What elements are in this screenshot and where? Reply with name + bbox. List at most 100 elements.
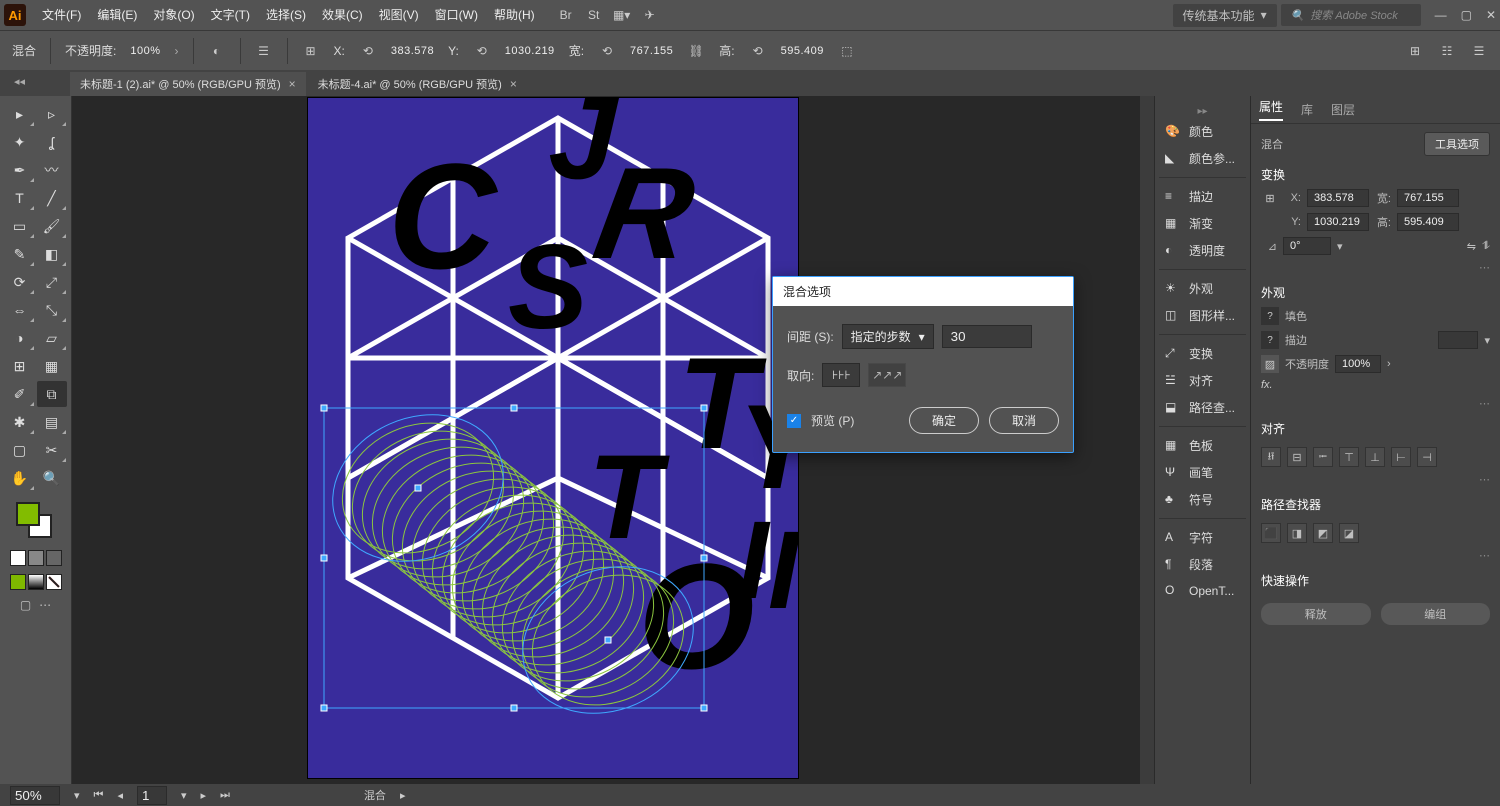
gpu-icon[interactable]: ✈ xyxy=(641,6,659,24)
menu-type[interactable]: 文字(T) xyxy=(203,0,258,30)
page-input[interactable] xyxy=(137,786,167,805)
close-icon[interactable]: × xyxy=(289,77,296,91)
dock-transform[interactable]: ⤢变换 xyxy=(1159,341,1246,366)
tab-layers[interactable]: 图层 xyxy=(1331,101,1355,118)
layout-icon[interactable]: ⊞ xyxy=(1406,42,1424,60)
eraser-tool[interactable]: ◧ xyxy=(37,241,67,267)
hand-tool[interactable]: ✋ xyxy=(5,465,35,491)
flip-v-icon[interactable]: ⥮ xyxy=(1482,240,1490,253)
dock-stroke[interactable]: ≡描边 xyxy=(1159,184,1246,209)
selection-tool[interactable]: ▸ xyxy=(5,101,35,127)
menu-help[interactable]: 帮助(H) xyxy=(486,0,543,30)
dock-symbols[interactable]: ♣符号 xyxy=(1159,487,1246,512)
close-button[interactable]: ✕ xyxy=(1486,8,1496,22)
align-buttons[interactable]: ⭿⊟⭰⊤⊥⊢⊣ xyxy=(1261,447,1490,467)
rectangle-tool[interactable]: ▭ xyxy=(5,213,35,239)
cancel-button[interactable]: 取消 xyxy=(989,407,1059,434)
arrange-icon[interactable]: ▦▾ xyxy=(613,6,631,24)
chevron-down-icon[interactable]: ▾ xyxy=(181,789,187,802)
color-mode-icons[interactable] xyxy=(10,574,62,590)
screen-mode-icon[interactable]: ▢ xyxy=(20,598,31,612)
line-tool[interactable]: ╱ xyxy=(37,185,67,211)
shape-builder-tool[interactable]: ◑ xyxy=(5,325,35,351)
fill-stroke-swatch[interactable] xyxy=(16,502,56,542)
preview-checkbox[interactable]: ✓ xyxy=(787,414,801,428)
workspace-dropdown[interactable]: 传统基本功能▾ xyxy=(1173,4,1277,27)
link-icon[interactable]: ⟲ xyxy=(598,42,616,60)
ref-point-icon[interactable]: ⊞ xyxy=(1261,189,1279,207)
graph-tool[interactable]: ▤ xyxy=(37,409,67,435)
menu-window[interactable]: 窗口(W) xyxy=(427,0,486,30)
tool-options-button[interactable]: 工具选项 xyxy=(1424,132,1490,156)
magic-wand-tool[interactable]: ✦ xyxy=(5,129,35,155)
more-icon[interactable]: ⋯ xyxy=(1261,473,1490,486)
dock-color[interactable]: 🎨颜色 xyxy=(1159,119,1246,144)
gradient-tool[interactable]: ▦ xyxy=(37,353,67,379)
bridge-icon[interactable]: Br xyxy=(557,6,575,24)
draw-mode-icons[interactable] xyxy=(10,550,62,566)
fx-icon[interactable]: fx. xyxy=(1261,379,1273,391)
shape-icon[interactable]: ⬚ xyxy=(838,42,856,60)
dock-opentype[interactable]: OOpenT... xyxy=(1159,579,1246,603)
slice-tool[interactable]: ✂ xyxy=(37,437,67,463)
y-input[interactable] xyxy=(1307,213,1369,231)
collapse-icon[interactable]: ▸▸ xyxy=(1159,106,1246,117)
curvature-tool[interactable]: 〰 xyxy=(37,157,67,183)
link-icon[interactable]: ⟲ xyxy=(473,42,491,60)
direct-selection-tool[interactable]: ▹ xyxy=(37,101,67,127)
search-stock[interactable]: 🔍搜索 Adobe Stock xyxy=(1281,4,1421,26)
menu-view[interactable]: 视图(V) xyxy=(371,0,427,30)
flip-h-icon[interactable]: ⇋ xyxy=(1467,240,1476,253)
orient-path-button[interactable]: ↗↗↗ xyxy=(868,363,906,387)
close-icon[interactable]: × xyxy=(510,77,517,91)
chevron-down-icon[interactable]: ▾ xyxy=(1337,240,1343,253)
chevron-right-icon[interactable]: › xyxy=(175,44,179,58)
dock-graphic-styles[interactable]: ◫图形样... xyxy=(1159,303,1246,328)
stroke-weight-input[interactable] xyxy=(1438,331,1478,349)
pathfinder-buttons[interactable]: ⬛◨◩◪ xyxy=(1261,523,1490,543)
scale-tool[interactable]: ⤢ xyxy=(37,269,67,295)
more-icon[interactable]: ⋯ xyxy=(1261,549,1490,562)
dock-color-guide[interactable]: ◣颜色参... xyxy=(1159,146,1246,171)
opacity-value[interactable]: 100% xyxy=(130,45,160,57)
panel-menu-icon[interactable]: ☰ xyxy=(1470,42,1488,60)
align-icon[interactable]: ☰ xyxy=(255,42,273,60)
stroke-unknown-icon[interactable]: ? xyxy=(1261,331,1279,349)
menu-object[interactable]: 对象(O) xyxy=(145,0,202,30)
opacity-input[interactable] xyxy=(1335,355,1381,373)
menu-select[interactable]: 选择(S) xyxy=(258,0,314,30)
chevron-down-icon[interactable]: ▾ xyxy=(1484,334,1490,347)
tab-properties[interactable]: 属性 xyxy=(1259,98,1283,121)
w-input[interactable] xyxy=(1397,189,1459,207)
shaper-tool[interactable]: ✎ xyxy=(5,241,35,267)
angle-input[interactable] xyxy=(1283,237,1331,255)
zoom-tool[interactable]: 🔍 xyxy=(37,465,67,491)
h-input[interactable] xyxy=(1397,213,1459,231)
eyedropper-tool[interactable]: ✐ xyxy=(5,381,35,407)
dock-appearance[interactable]: ☀外观 xyxy=(1159,276,1246,301)
orient-page-button[interactable]: ⊦⊦⊦ xyxy=(822,363,860,387)
x-input[interactable] xyxy=(1307,189,1369,207)
link-icon[interactable]: ⟲ xyxy=(359,42,377,60)
recolor-icon[interactable]: ◐ xyxy=(208,42,226,60)
dock-character[interactable]: A字符 xyxy=(1159,525,1246,550)
x-value[interactable]: 383.578 xyxy=(391,45,434,57)
dock-paragraph[interactable]: ¶段落 xyxy=(1159,552,1246,577)
w-value[interactable]: 767.155 xyxy=(630,45,673,57)
dock-pathfinder[interactable]: ⬓路径查... xyxy=(1159,395,1246,420)
paintbrush-tool[interactable]: 🖌 xyxy=(37,213,67,239)
release-button[interactable]: 释放 xyxy=(1261,603,1371,625)
chevron-down-icon[interactable]: ▾ xyxy=(74,789,80,802)
collapse-icon[interactable]: ◂◂ xyxy=(14,75,25,88)
fill-unknown-icon[interactable]: ? xyxy=(1261,307,1279,325)
link-icon[interactable]: ⟲ xyxy=(749,42,767,60)
vertical-scrollbar[interactable] xyxy=(1140,96,1154,784)
menu-file[interactable]: 文件(F) xyxy=(34,0,89,30)
lasso-tool[interactable]: ʆ xyxy=(37,129,67,155)
symbol-sprayer-tool[interactable]: ✱ xyxy=(5,409,35,435)
perspective-tool[interactable]: ▱ xyxy=(37,325,67,351)
dock-transparency[interactable]: ◐透明度 xyxy=(1159,238,1246,263)
menu-edit[interactable]: 编辑(E) xyxy=(89,0,145,30)
tab-doc-1[interactable]: 未标题-1 (2).ai* @ 50% (RGB/GPU 预览) × xyxy=(70,72,306,96)
mesh-tool[interactable]: ⊞ xyxy=(5,353,35,379)
